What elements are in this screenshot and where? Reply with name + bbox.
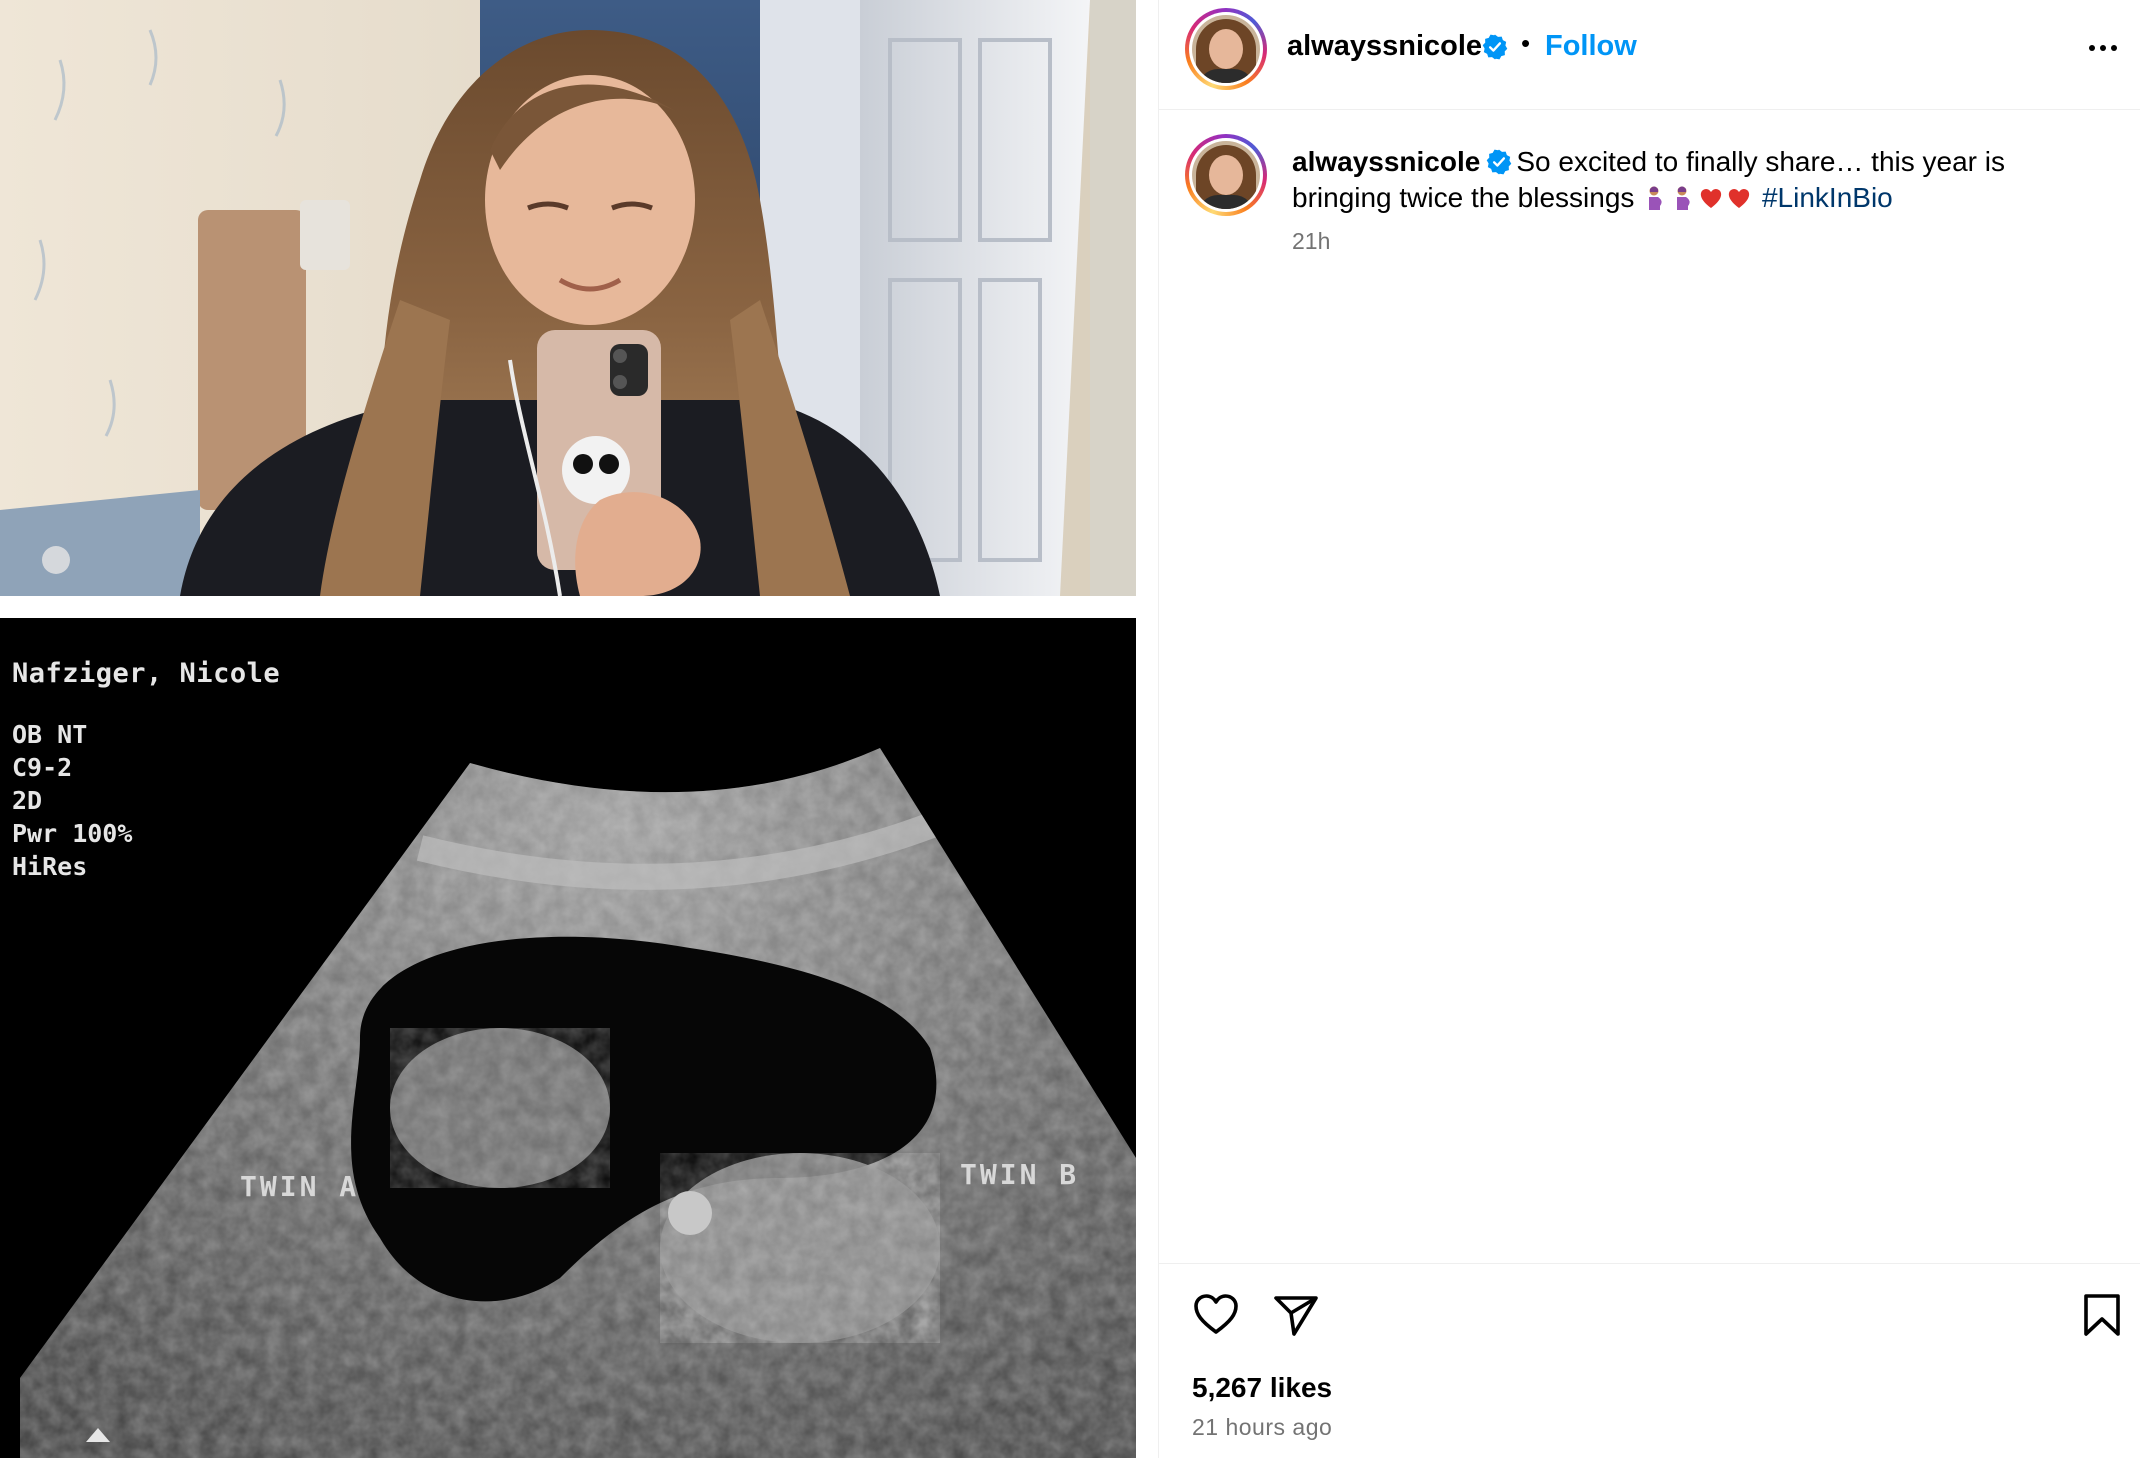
avatar-face: [1209, 155, 1243, 195]
avatar-frame: [1189, 138, 1263, 212]
send-icon[interactable]: [1271, 1290, 1321, 1340]
more-options-icon[interactable]: [2083, 28, 2123, 68]
avatar-frame: [1189, 12, 1263, 86]
selfie-photo: [0, 0, 1136, 596]
verified-badge-icon: [1482, 34, 1508, 60]
post-timestamp[interactable]: 21 hours ago: [1192, 1414, 1332, 1441]
ultrasound-patient-name: Nafziger, Nicole: [12, 658, 281, 689]
likes-count[interactable]: 5,267 likes: [1192, 1372, 1332, 1404]
follow-button[interactable]: Follow: [1545, 30, 1637, 63]
ultrasound-params: OB NT C9-2 2D Pwr 100% HiRes: [12, 718, 132, 883]
avatar-photo: [1192, 141, 1260, 209]
ultrasound-param: OB NT: [12, 720, 88, 749]
more-dot: [2089, 45, 2095, 51]
heart-icon[interactable]: [1191, 1290, 1241, 1340]
post-media[interactable]: Nafziger, Nicole OB NT C9-2 2D Pwr 100% …: [0, 0, 1136, 1458]
ultrasound-param: C9-2: [12, 753, 73, 782]
hashtag-link[interactable]: #LinkInBio: [1762, 182, 1893, 213]
pregnant-woman-emoji-icon: [1649, 186, 1662, 210]
caption-text: alwayssnicole So excited to finally shar…: [1292, 144, 2092, 216]
caption-avatar[interactable]: [1185, 134, 1267, 216]
ultrasound-param: HiRes: [12, 852, 88, 881]
avatar-face: [1209, 29, 1243, 69]
author-avatar[interactable]: [1185, 8, 1267, 90]
caption-username[interactable]: alwayssnicole: [1292, 146, 1480, 177]
ultrasound-param: 2D: [12, 786, 43, 815]
bookmark-icon[interactable]: [2077, 1290, 2127, 1340]
selfie-illustration: [0, 0, 1136, 596]
ultrasound-image: Nafziger, Nicole OB NT C9-2 2D Pwr 100% …: [0, 618, 1136, 1458]
twin-b-label: TWIN B: [960, 1158, 1080, 1191]
actions-divider: [1159, 1263, 2140, 1264]
post-header: alwayssnicole • Follow: [1159, 0, 2140, 110]
instagram-post-page: Nafziger, Nicole OB NT C9-2 2D Pwr 100% …: [0, 0, 2140, 1458]
more-dot: [2100, 45, 2106, 51]
caption-timestamp[interactable]: 21h: [1292, 228, 1330, 255]
ultrasound-scan: [20, 748, 1136, 1458]
post-side-panel: alwayssnicole • Follow alwayssnicole So …: [1158, 0, 2140, 1458]
twin-a-label: TWIN A: [240, 1170, 360, 1203]
avatar-photo: [1192, 15, 1260, 83]
author-username[interactable]: alwayssnicole: [1287, 30, 1482, 63]
red-heart-emoji-icon: [1701, 188, 1722, 208]
orientation-marker-icon: [86, 1428, 110, 1442]
pregnant-woman-emoji-icon: [1677, 186, 1690, 210]
header-separator: •: [1521, 28, 1531, 58]
red-heart-emoji-icon: [1729, 188, 1750, 208]
ultrasound-param: Pwr 100%: [12, 819, 133, 848]
verified-badge-icon: [1487, 149, 1512, 175]
more-dot: [2111, 45, 2117, 51]
